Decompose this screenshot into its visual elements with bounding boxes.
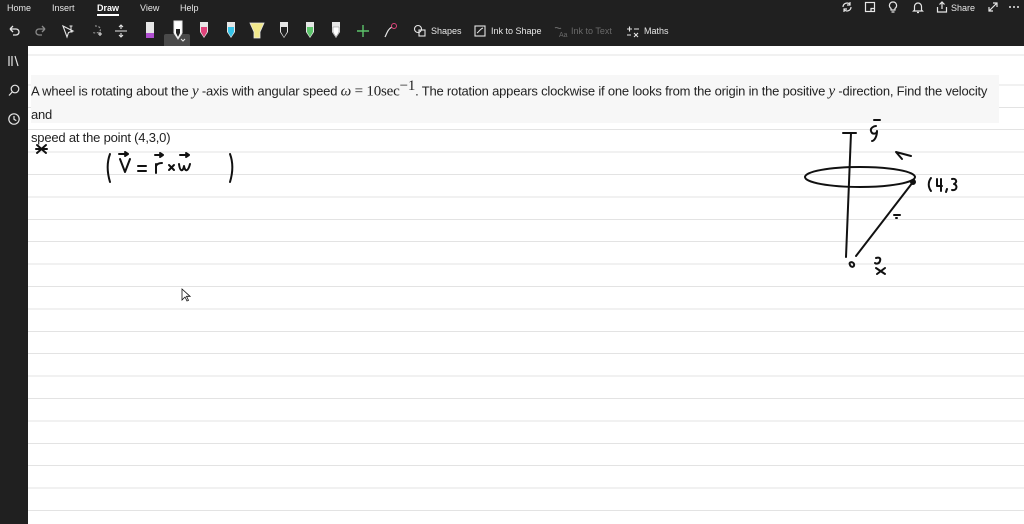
ink-to-text-icon: Aa	[554, 26, 568, 39]
mouse-cursor-icon	[181, 288, 191, 302]
recent-history-icon[interactable]	[7, 112, 21, 126]
pen-pink-icon[interactable]	[197, 19, 211, 43]
maths-icon[interactable]	[625, 19, 641, 43]
shapes-icon[interactable]	[412, 19, 428, 43]
svg-text:Aa: Aa	[559, 32, 568, 39]
maths-label[interactable]: Maths	[644, 26, 669, 36]
asterisk-ink	[35, 144, 48, 154]
expand-icon[interactable]	[986, 0, 1000, 14]
redo-icon[interactable]	[33, 19, 49, 43]
pen-cyan-icon[interactable]	[224, 19, 238, 43]
tab-view[interactable]: View	[140, 3, 159, 13]
tab-insert[interactable]: Insert	[52, 3, 75, 13]
undo-icon[interactable]	[6, 19, 22, 43]
share-label[interactable]: Share	[951, 3, 975, 13]
formula-ink	[106, 151, 234, 183]
highlighter-yellow-icon[interactable]	[248, 19, 266, 43]
tab-draw[interactable]: Draw	[97, 3, 119, 13]
add-pen-icon[interactable]	[355, 19, 371, 43]
ink-replay-icon[interactable]	[382, 19, 398, 43]
pen-white-icon[interactable]	[329, 19, 343, 43]
ink-to-shape-label[interactable]: Ink to Shape	[491, 26, 542, 36]
lightbulb-icon[interactable]	[886, 0, 900, 14]
type-select-icon[interactable]	[60, 19, 76, 43]
ink-to-shape-icon[interactable]	[472, 19, 488, 43]
menu-bar: Home Insert Draw View Help Share	[0, 0, 1024, 16]
sync-icon[interactable]	[840, 0, 854, 14]
sticky-note-icon[interactable]	[863, 0, 877, 14]
notebook-page[interactable]: A wheel is rotating about the y -axis wi…	[28, 46, 1024, 524]
add-space-icon[interactable]	[113, 19, 129, 43]
ink-to-text-label: Ink to Text	[571, 26, 612, 36]
pen-black-2-icon[interactable]	[277, 19, 291, 43]
pen-purple-icon[interactable]	[143, 19, 157, 43]
tab-home[interactable]: Home	[7, 3, 31, 13]
shapes-label[interactable]: Shapes	[431, 26, 462, 36]
pen-black-icon[interactable]	[170, 19, 186, 43]
notebooks-icon[interactable]	[7, 54, 21, 68]
bell-icon[interactable]	[911, 0, 925, 14]
pen-green-icon[interactable]	[303, 19, 317, 43]
draw-toolbar: Shapes Ink to Shape Aa Ink to Text Maths	[0, 16, 1024, 60]
lasso-select-icon[interactable]	[87, 19, 103, 43]
handwriting-ink-layer[interactable]	[28, 46, 1024, 524]
more-options-icon[interactable]	[1007, 0, 1021, 14]
search-icon[interactable]	[7, 83, 21, 97]
tab-help[interactable]: Help	[180, 3, 199, 13]
left-navigation-rail	[0, 46, 28, 524]
wheel-diagram-ink	[804, 119, 958, 275]
share-icon[interactable]	[935, 0, 949, 14]
